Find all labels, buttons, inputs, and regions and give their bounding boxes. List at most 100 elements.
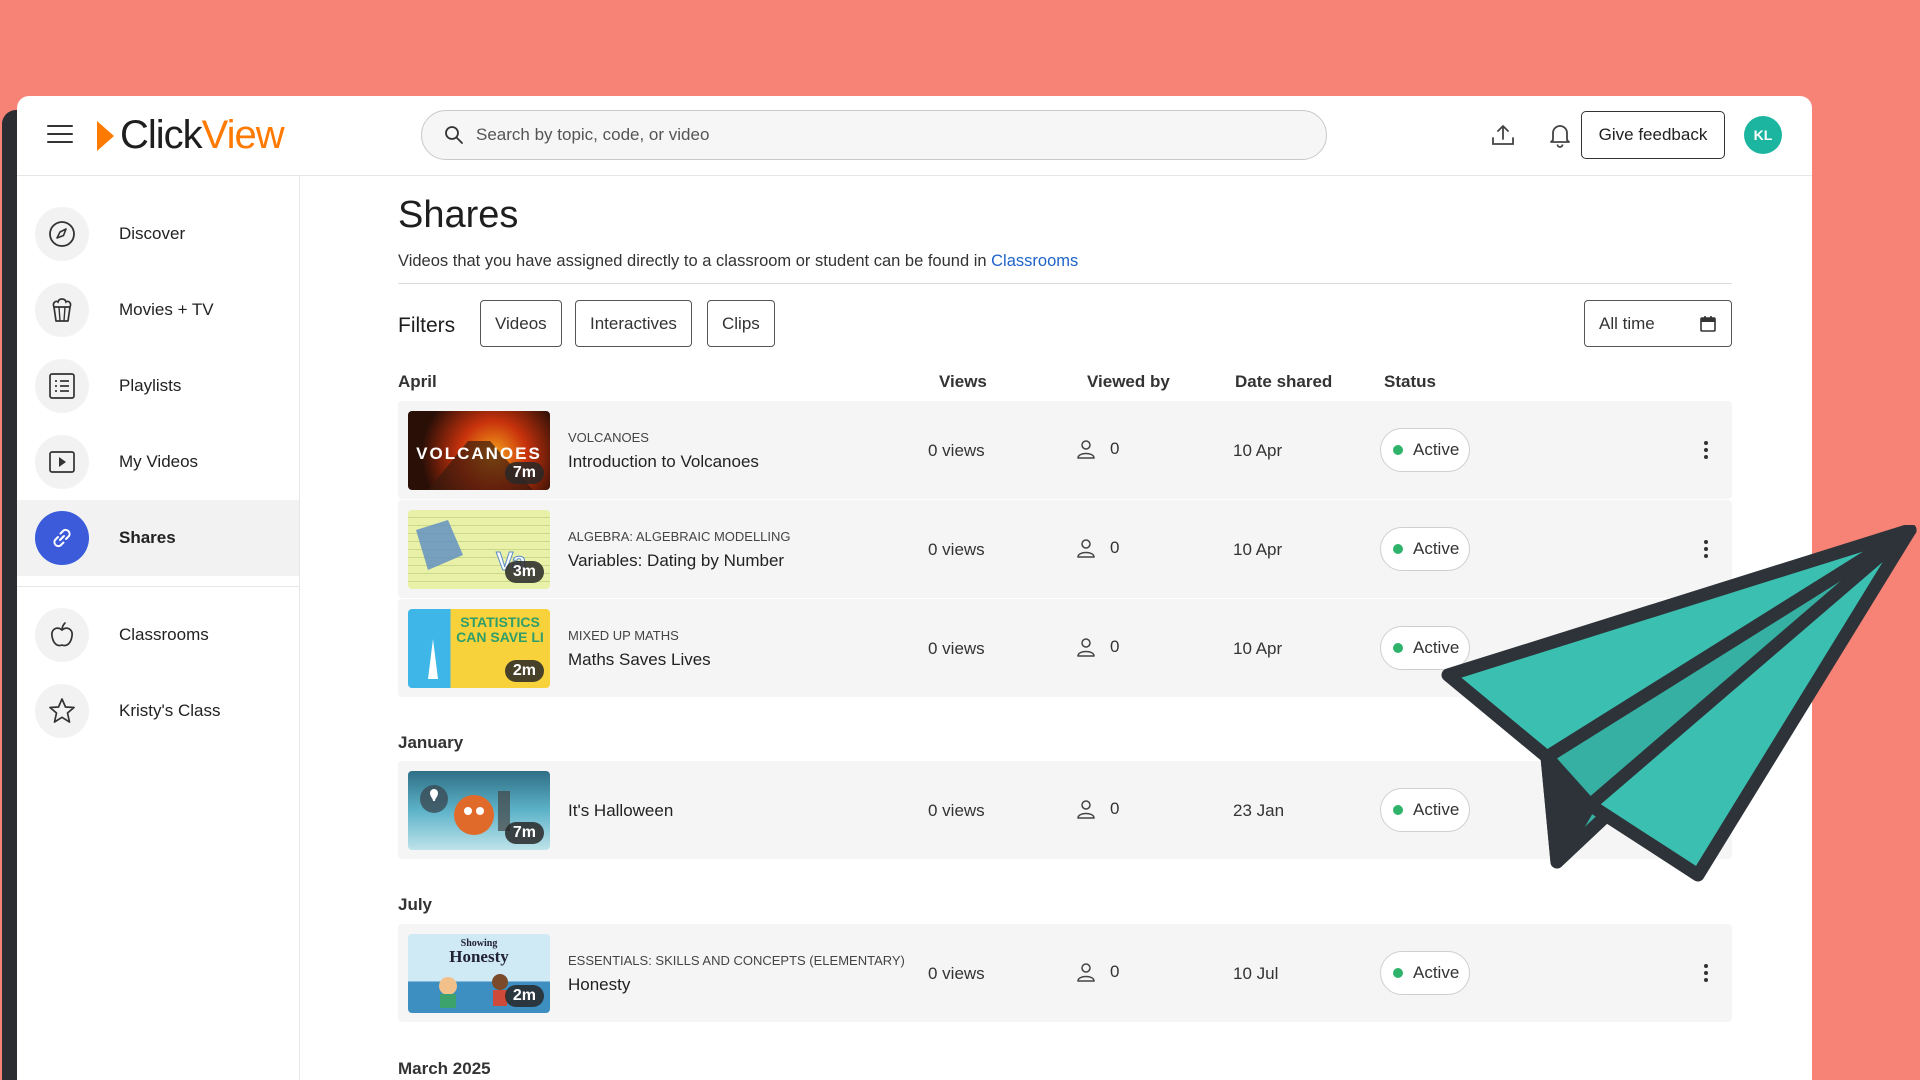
filter-videos-button[interactable]: Videos (480, 300, 562, 347)
status-label: Active (1413, 440, 1460, 459)
row-title[interactable]: Introduction to Volcanoes (568, 452, 759, 472)
subtitle-text: Videos that you have assigned directly t… (398, 252, 992, 270)
group-label-april: April (398, 372, 437, 391)
sidebar-item-my-videos[interactable]: My Videos (17, 424, 299, 500)
upload-icon[interactable] (1486, 118, 1520, 152)
share-row[interactable]: Showing Honesty 2m ESSENTIALS: SKILLS AND… (398, 924, 1732, 1022)
sidebar: Discover Movies + TV Playlists My Videos… (17, 176, 300, 1080)
classrooms-link[interactable]: Classrooms (991, 252, 1078, 270)
video-thumbnail[interactable]: Showing Honesty 2m (408, 934, 550, 1013)
popcorn-icon (35, 283, 89, 337)
duration-badge: 2m (504, 660, 544, 682)
user-icon (1077, 539, 1095, 558)
row-views: 0 views (928, 801, 985, 820)
page-subtitle: Videos that you have assigned directly t… (398, 252, 1078, 271)
row-viewed-by: 0 (1076, 637, 1119, 657)
thumbnail-text: STATISTICS CAN SAVE LI (456, 615, 544, 645)
logo-text-view: View (201, 113, 285, 157)
sidebar-item-label: Playlists (119, 376, 182, 395)
row-views: 0 views (928, 441, 985, 460)
status-dot-icon (1393, 643, 1403, 653)
header-divider (398, 283, 1732, 284)
page-title: Shares (398, 194, 519, 236)
thumbnail-text: VOLCANOES (416, 444, 542, 463)
sidebar-item-discover[interactable]: Discover (17, 196, 299, 272)
video-thumbnail[interactable]: STATISTICS CAN SAVE LI 2m (408, 609, 550, 688)
search-input[interactable] (476, 125, 1296, 145)
group-label-january: January (398, 733, 464, 752)
status-dot-icon (1393, 968, 1403, 978)
paper-plane-icon (1441, 525, 1917, 882)
give-feedback-button[interactable]: Give feedback (1581, 111, 1725, 159)
calendar-icon (1700, 315, 1716, 332)
search-bar[interactable] (421, 110, 1327, 160)
sidebar-item-label: Classrooms (119, 625, 209, 644)
row-title[interactable]: Honesty (568, 975, 630, 995)
row-category: VOLCANOES (568, 430, 649, 445)
row-date: 10 Apr (1233, 540, 1283, 559)
bell-icon[interactable] (1543, 118, 1577, 152)
play-icon (35, 435, 89, 489)
avatar[interactable]: KL (1744, 116, 1782, 154)
row-category: ALGEBRA: ALGEBRAIC MODELLING (568, 529, 791, 544)
viewed-by-count: 0 (1110, 799, 1120, 818)
link-icon (35, 511, 89, 565)
group-label-march-2025: March 2025 (398, 1059, 491, 1078)
status-dot-icon (1393, 805, 1403, 815)
column-header-status[interactable]: Status (1384, 372, 1436, 392)
video-thumbnail[interactable]: 7m (408, 771, 550, 850)
row-title[interactable]: Maths Saves Lives (568, 650, 711, 670)
thumbnail-text: Honesty (449, 947, 509, 966)
user-icon (1077, 638, 1095, 657)
filter-clips-button[interactable]: Clips (707, 300, 775, 347)
logo-text-click: Click (120, 113, 203, 157)
viewed-by-count: 0 (1110, 637, 1120, 656)
viewed-by-count: 0 (1110, 439, 1120, 458)
sidebar-item-classrooms[interactable]: Classrooms (17, 597, 299, 673)
row-views: 0 views (928, 964, 985, 983)
row-viewed-by: 0 (1076, 439, 1119, 459)
row-date: 10 Apr (1233, 441, 1283, 460)
video-thumbnail[interactable]: VOLCANOES 7m (408, 411, 550, 490)
sidebar-item-kristys-class[interactable]: Kristy's Class (17, 673, 299, 749)
sidebar-divider (17, 586, 299, 587)
video-thumbnail[interactable]: Va 3m (408, 510, 550, 589)
row-title[interactable]: Variables: Dating by Number (568, 551, 784, 571)
row-title[interactable]: It's Halloween (568, 801, 673, 821)
row-category: MIXED UP MATHS (568, 628, 679, 643)
sidebar-item-label: My Videos (119, 452, 199, 471)
sidebar-item-label: Discover (119, 224, 186, 243)
row-viewed-by: 0 (1076, 799, 1119, 819)
share-row[interactable]: VOLCANOES 7m VOLCANOES Introduction to V… (398, 401, 1732, 499)
duration-badge: 2m (504, 985, 544, 1007)
group-label-july: July (398, 895, 433, 914)
apple-icon (35, 608, 89, 662)
column-header-views[interactable]: Views (939, 372, 987, 392)
column-header-viewed-by[interactable]: Viewed by (1087, 372, 1170, 392)
row-category: ESSENTIALS: SKILLS AND CONCEPTS (ELEMENT… (568, 953, 905, 968)
user-icon (1077, 440, 1095, 459)
sidebar-item-label: Movies + TV (119, 300, 214, 319)
star-icon (35, 684, 89, 738)
status-dot-icon (1393, 445, 1403, 455)
duration-badge: 7m (504, 822, 544, 844)
row-date: 10 Jul (1233, 964, 1279, 983)
more-options-icon[interactable] (1696, 958, 1716, 988)
menu-icon[interactable] (47, 123, 73, 145)
sidebar-item-shares[interactable]: Shares (17, 500, 299, 576)
more-options-icon[interactable] (1696, 435, 1716, 465)
sidebar-item-playlists[interactable]: Playlists (17, 348, 299, 424)
status-badge: Active (1380, 951, 1470, 995)
filters-label: Filters (398, 314, 456, 337)
clickview-logo[interactable]: ClickView (97, 113, 285, 158)
sidebar-item-movies-tv[interactable]: Movies + TV (17, 272, 299, 348)
date-filter-button[interactable]: All time (1584, 300, 1732, 347)
filter-interactives-button[interactable]: Interactives (575, 300, 692, 347)
duration-badge: 7m (504, 462, 544, 484)
status-label: Active (1413, 963, 1460, 982)
row-viewed-by: 0 (1076, 538, 1119, 558)
column-header-date-shared[interactable]: Date shared (1235, 372, 1332, 392)
row-date: 10 Apr (1233, 639, 1283, 658)
list-icon (35, 359, 89, 413)
logo-play-icon (97, 120, 114, 151)
